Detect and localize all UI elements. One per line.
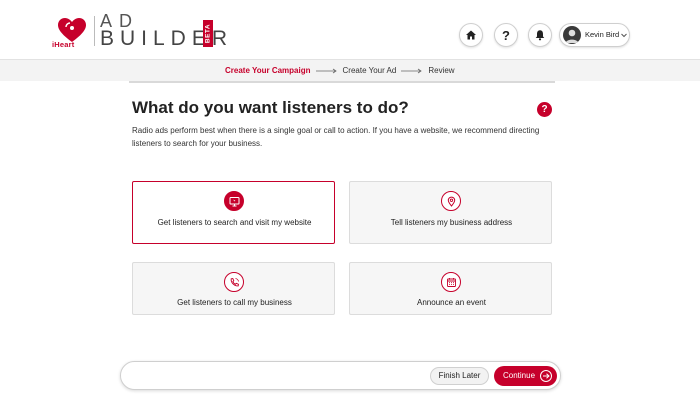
step-create-campaign[interactable]: Create Your Campaign [225,66,311,75]
logo-divider [94,16,95,46]
option-business-address[interactable]: Tell listeners my business address [349,181,552,244]
brand-builder: BUILDER [100,27,234,50]
question-icon: ? [502,27,510,43]
option-label: Get listeners to call my business [177,298,292,307]
logo-text: iHeart [52,40,75,49]
location-pin-icon [441,191,461,211]
option-label: Tell listeners my business address [390,218,513,227]
chevron-down-icon [621,33,627,38]
beta-badge: BETA [203,20,213,47]
monitor-icon [224,191,244,211]
app-header: iHeart AD BUILDER BETA ? Kevin Bird [0,0,700,58]
home-icon [466,30,476,40]
calendar-icon [441,272,461,292]
page-title: What do you want listeners to do? [132,98,409,117]
finish-later-button[interactable]: Finish Later [430,367,489,385]
phone-icon [224,272,244,292]
page-description: Radio ads perform best when there is a s… [132,126,540,148]
option-label: Get listeners to search and visit my web… [157,218,312,227]
help-button[interactable]: ? [494,23,518,47]
bell-icon [535,30,545,41]
action-bar: Finish Later Continue [120,361,561,390]
notifications-button[interactable] [528,23,552,47]
option-label: Announce an event [417,298,486,307]
option-announce-event[interactable]: Announce an event [349,262,552,315]
steps-underline [129,81,555,83]
continue-button[interactable]: Continue [494,366,557,386]
user-name: Kevin Bird [585,30,620,39]
option-call-business[interactable]: Get listeners to call my business [132,262,335,315]
step-create-ad[interactable]: Create Your Ad [343,66,397,75]
option-search-website[interactable]: Get listeners to search and visit my web… [132,181,335,244]
user-menu-button[interactable]: Kevin Bird [559,23,630,47]
progress-steps: Create Your Campaign Create Your Ad Revi… [0,59,700,83]
avatar [563,26,581,44]
help-circle-icon[interactable]: ? [537,102,552,117]
continue-label: Continue [503,371,536,380]
arrow-right-icon [401,68,423,73]
step-review[interactable]: Review [428,66,454,75]
arrow-right-circle-icon [540,370,552,382]
home-button[interactable] [459,23,483,47]
arrow-right-icon [315,68,337,73]
